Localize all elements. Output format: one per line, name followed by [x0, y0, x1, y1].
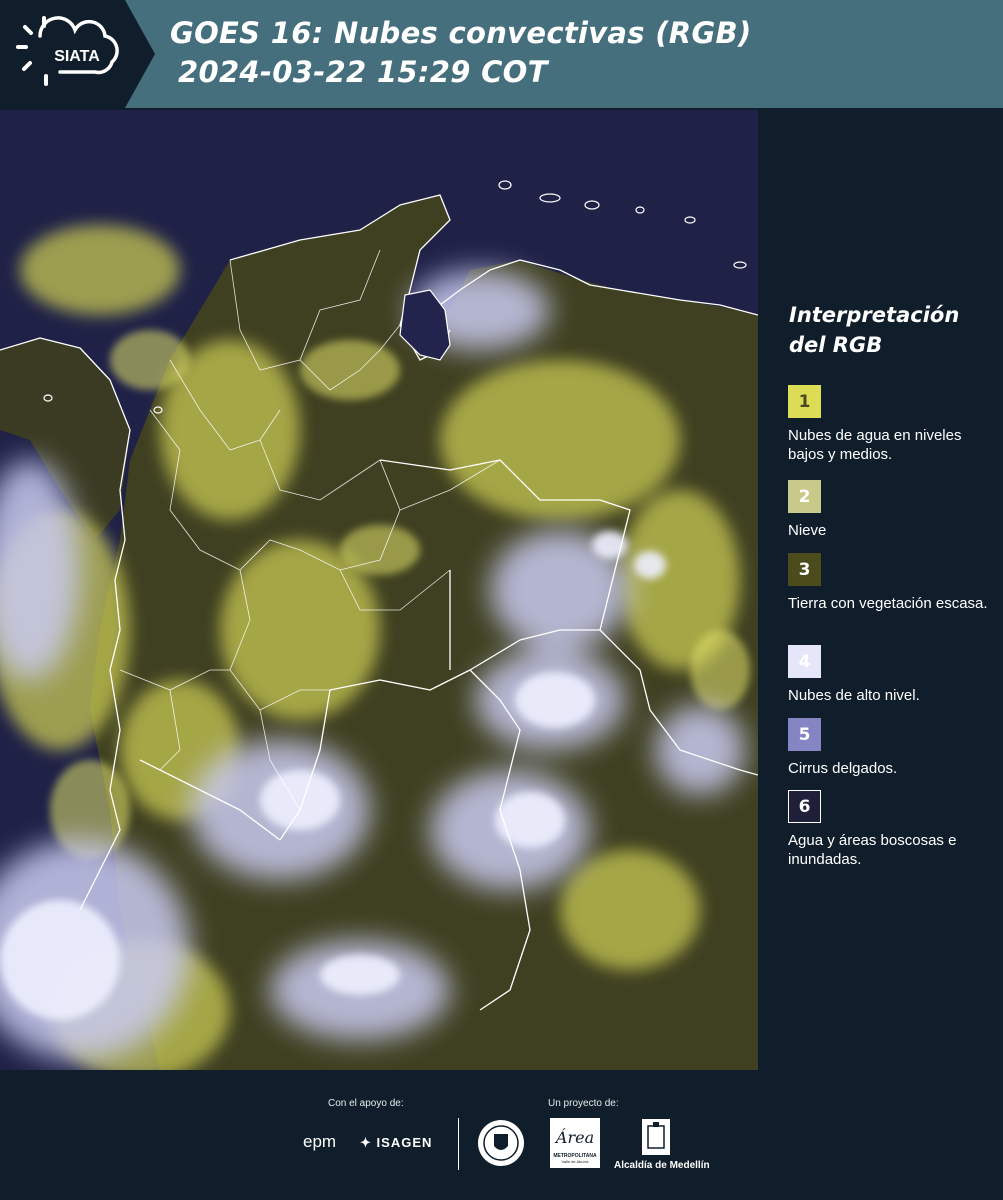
legend-label-4: Nubes de alto nivel.	[788, 687, 920, 704]
footer: Con el apoyo de: Un proyecto de: epm ✦ I…	[0, 1070, 1003, 1200]
isagen-logo-text: ISAGEN	[376, 1135, 433, 1150]
area-metropolitana-logo: Área METROPOLITANA Valle de Aburrá	[550, 1118, 600, 1168]
legend-title: Interpretación del RGB	[789, 303, 960, 357]
alcaldia-text: Alcaldía de Medellín	[614, 1160, 710, 1171]
legend-panel: Interpretación del RGB 1 Nubes de agua e…	[760, 110, 1003, 1070]
legend-label-5: Cirrus delgados.	[788, 760, 898, 777]
alcaldia-building-logo	[642, 1119, 670, 1155]
project-label: Un proyecto de:	[548, 1098, 619, 1109]
legend-item-4: 4 Nubes de alto nivel.	[788, 645, 998, 705]
legend-swatch-5: 5	[788, 718, 821, 751]
legend-swatch-2: 2	[788, 480, 821, 513]
satellite-map[interactable]	[0, 110, 758, 1070]
legend-item-3: 3 Tierra con vegetación escasa.	[788, 553, 998, 613]
area-valle-text: Valle de Aburrá	[561, 1159, 589, 1164]
page-title: GOES 16: Nubes convectivas (RGB)	[170, 16, 752, 50]
medellin-seal-logo	[478, 1120, 524, 1166]
legend-label-2: Nieve	[788, 522, 827, 539]
support-label: Con el apoyo de:	[328, 1098, 404, 1109]
legend-item-5: 5 Cirrus delgados.	[788, 718, 998, 778]
legend-item-6: 6 Agua y áreas boscosas e inundadas.	[788, 790, 998, 869]
legend-label-6: Agua y áreas boscosas e inundadas.	[788, 832, 957, 868]
footer-divider	[458, 1118, 459, 1170]
legend-swatch-1: 1	[788, 385, 821, 418]
area-script-text: Área	[555, 1128, 595, 1147]
header-bar: SIATA GOES 16: Nubes convectivas (RGB) 2…	[0, 0, 1003, 108]
epm-logo: epm	[303, 1132, 336, 1152]
legend-swatch-4: 4	[788, 645, 821, 678]
siata-logo: SIATA	[0, 0, 155, 108]
legend-label-1: Nubes de agua en niveles bajos y medios.	[788, 427, 962, 463]
legend-item-1: 1 Nubes de agua en niveles bajos y medio…	[788, 385, 998, 464]
legend-label-3: Tierra con vegetación escasa.	[788, 595, 988, 612]
legend-swatch-6: 6	[788, 790, 821, 823]
isagen-logo: ✦ ISAGEN	[360, 1135, 432, 1151]
legend-item-2: 2 Nieve	[788, 480, 998, 540]
timestamp: 2024-03-22 15:29 COT	[178, 55, 548, 89]
legend-swatch-3: 3	[788, 553, 821, 586]
siata-logo-text: SIATA	[54, 48, 100, 65]
epm-logo-text: epm	[303, 1132, 337, 1151]
isagen-icon: ✦	[360, 1135, 372, 1150]
